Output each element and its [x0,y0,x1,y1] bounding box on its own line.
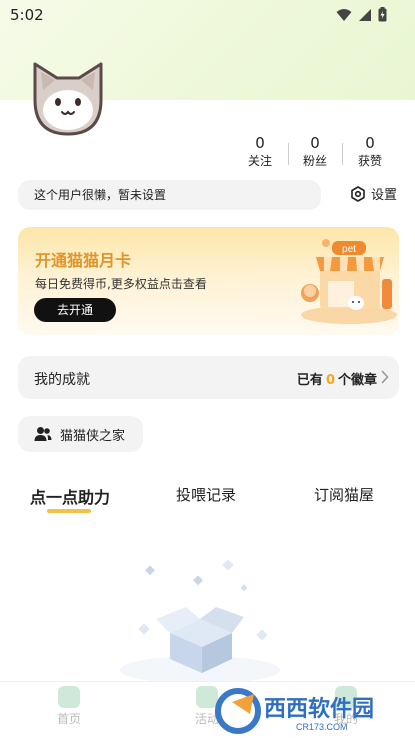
status-time: 5:02 [10,6,44,24]
vip-title: 开通猫猫月卡 [35,251,132,270]
tab-feeding-records[interactable]: 投喂记录 [176,484,236,505]
stat-followers-label: 粉丝 [302,154,327,168]
chevron-right-icon [381,370,389,384]
stat-likes-label: 获赞 [357,154,382,168]
cat-hero-home-button[interactable]: 猫猫侠之家 [18,416,143,452]
vip-open-button[interactable]: 去开通 [34,298,116,322]
stat-likes-value: 0 [365,134,375,152]
stat-following-label: 关注 [247,154,272,168]
status-bar: 5:02 [0,0,415,30]
stat-divider [342,143,343,165]
users-icon [34,427,52,441]
stat-followers-value: 0 [310,134,320,152]
vip-subtitle: 每日免费得币,更多权益点击查看 [35,277,207,291]
achievements-row[interactable]: 我的成就 已有 0 个徽章 [18,356,399,399]
tab-boost[interactable]: 点一点助力 [30,484,110,508]
stat-likes[interactable]: 0 获赞 [344,133,396,169]
cat-hero-home-label: 猫猫侠之家 [60,428,126,444]
vip-card[interactable]: 开通猫猫月卡 每日免费得币,更多权益点击查看 去开通 pet [18,227,399,335]
bio-field[interactable]: 这个用户很懒，暂未设置 [18,180,321,210]
home-icon [58,686,80,708]
empty-box-illustration [120,559,280,684]
watermark-url: CR173.COM [296,722,348,732]
achievements-title: 我的成就 [34,372,90,388]
nav-home[interactable]: 首页 [39,686,99,727]
settings-button[interactable]: 设置 [350,184,397,203]
watermark-brand: 西西软件园 [264,696,374,722]
wifi-icon [336,8,352,21]
nav-home-label: 首页 [56,712,81,726]
site-watermark-logo: 西西软件园 CR173.COM [215,688,374,734]
tab-subscribed-houses[interactable]: 订阅猫屋 [314,484,374,505]
stat-following[interactable]: 0 关注 [234,133,286,169]
settings-hexagon-icon [351,185,365,202]
achievements-suffix: 个徽章 [337,373,377,388]
stat-following-value: 0 [255,134,265,152]
status-icons [336,7,387,22]
stat-followers[interactable]: 0 粉丝 [289,133,341,169]
achievements-count: 0 [325,373,335,388]
shop-sign-text: pet [342,244,356,255]
battery-icon [378,7,387,22]
settings-label: 设置 [371,188,398,203]
profile-stats: 0 关注 0 粉丝 0 获赞 [238,133,396,173]
active-tab-indicator [47,509,91,513]
signal-icon [359,8,371,21]
cat-avatar-icon [33,62,103,136]
achievements-prefix: 已有 [296,373,323,388]
achievements-summary: 已有 0 个徽章 [297,369,377,388]
avatar[interactable] [27,58,109,138]
pet-shop-illustration: pet [301,239,397,324]
